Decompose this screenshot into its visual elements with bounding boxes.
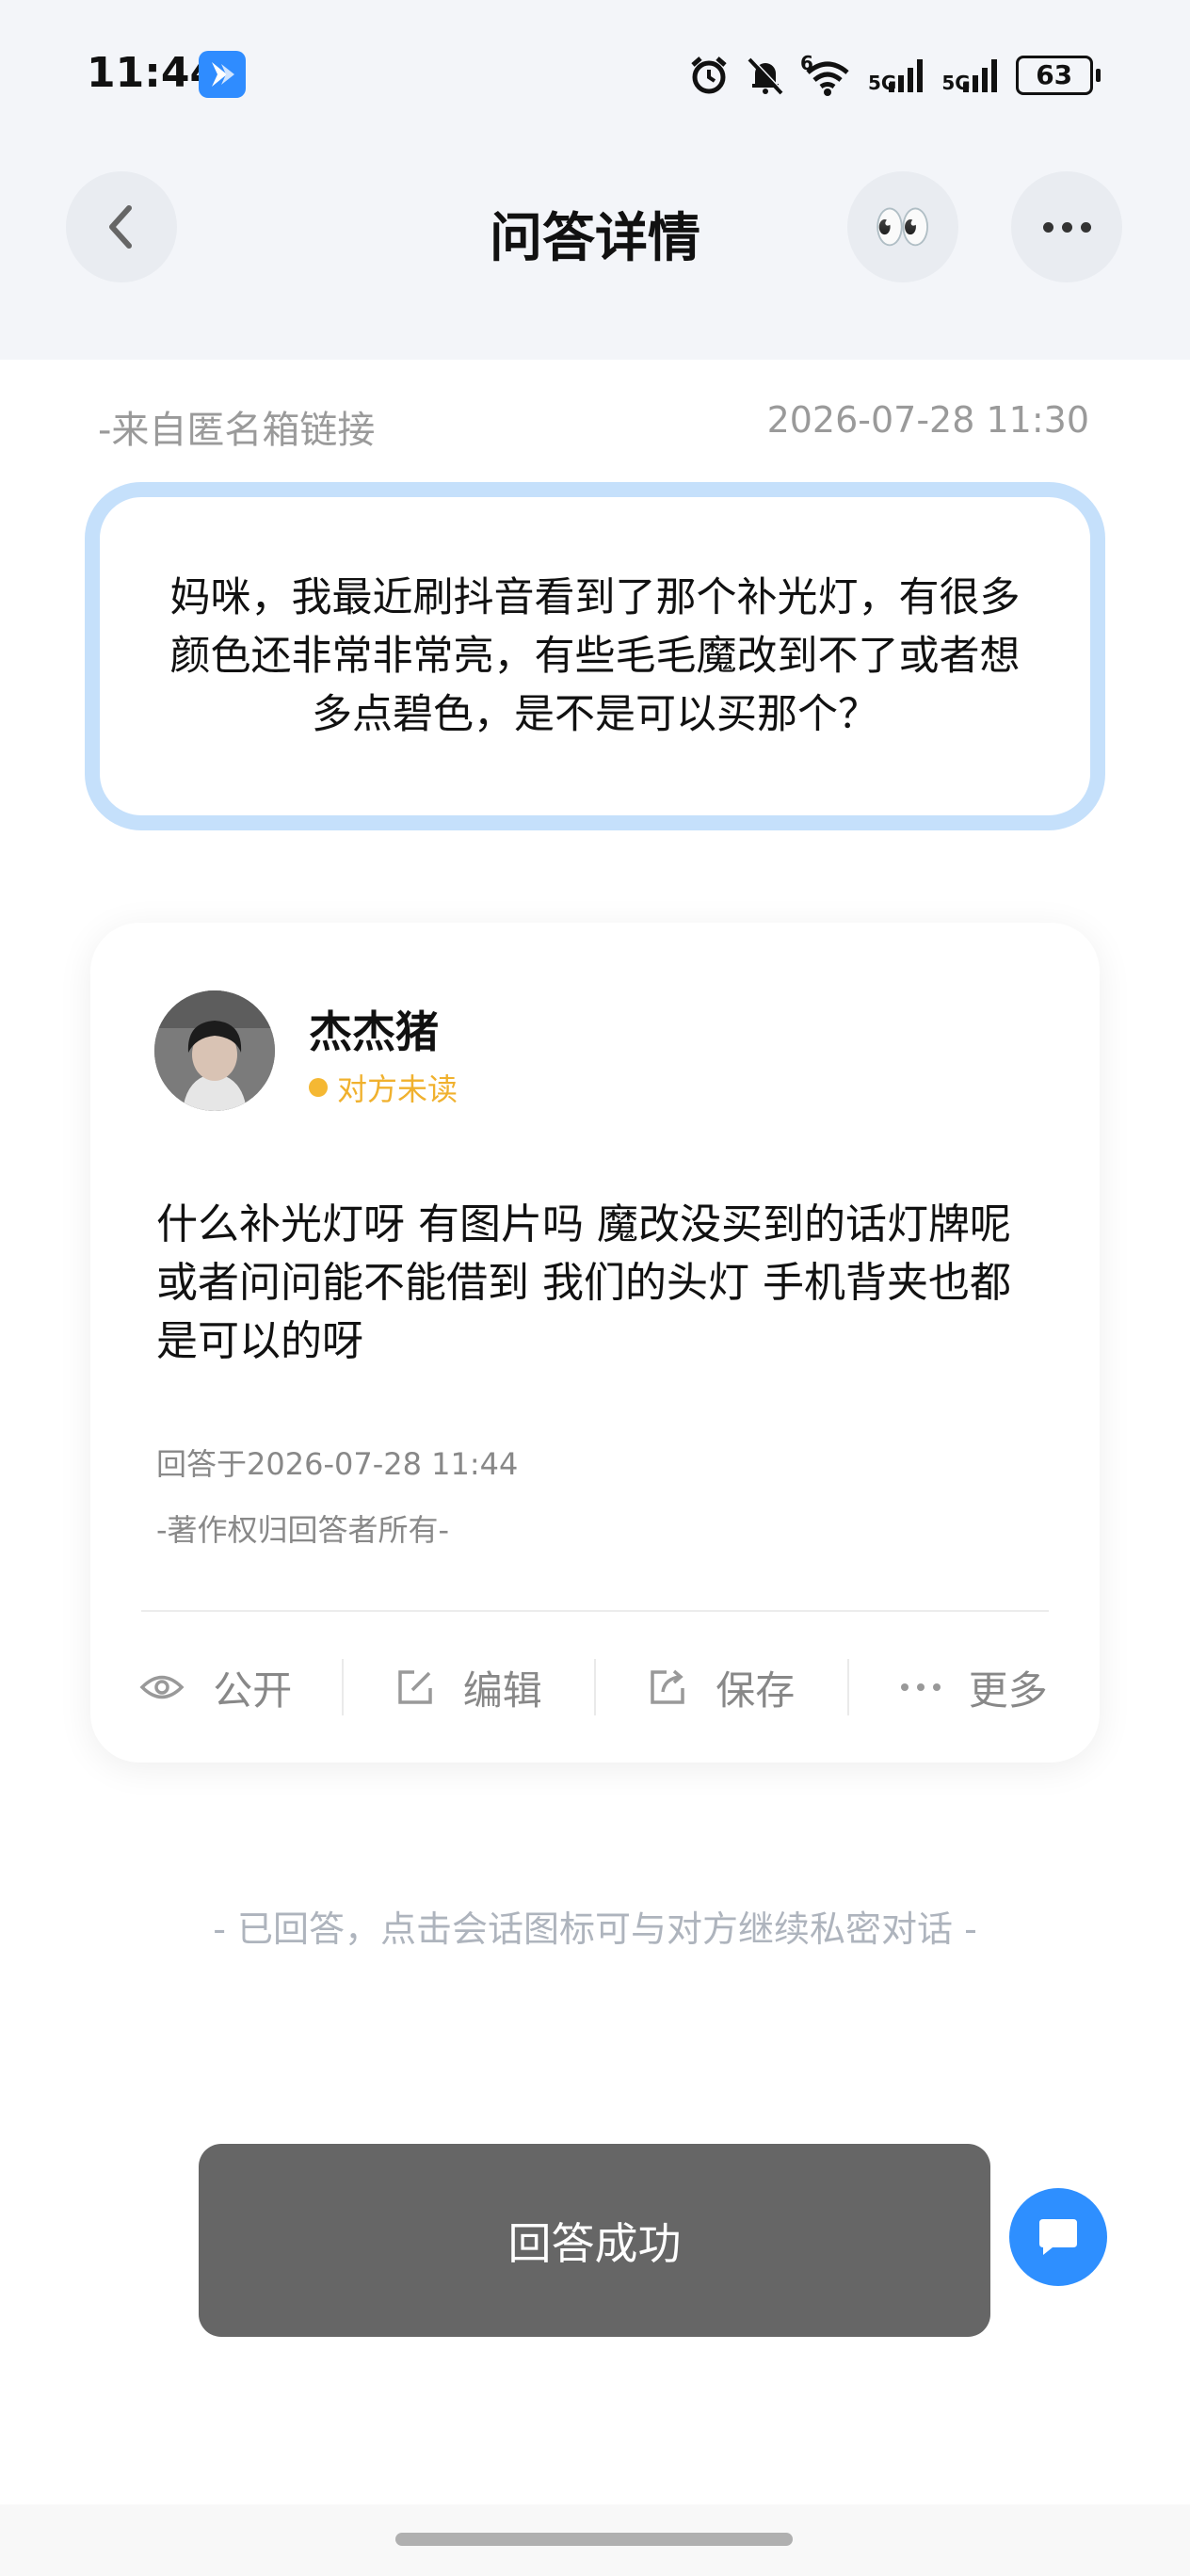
more-dots-icon	[1042, 221, 1091, 233]
status-icons: 6 5G 5G 63	[687, 52, 1101, 99]
wifi-label: 6	[800, 52, 813, 74]
more-horizontal-icon	[900, 1683, 941, 1691]
wifi-icon: 6	[800, 52, 855, 97]
more-label: 更多	[968, 1666, 1048, 1714]
answer-card: 杰杰猪 对方未读 什么补光灯呀 有图片吗 魔改没买到的话灯牌呢 或者问问能不能借…	[90, 923, 1100, 1763]
read-status-label: 对方未读	[337, 1071, 458, 1107]
eyes-button[interactable]: 👀	[847, 171, 958, 282]
feishu-app-icon	[199, 51, 246, 98]
read-status: 对方未读	[309, 1066, 458, 1109]
question-source: -来自匿名箱链接	[98, 409, 376, 452]
chat-button[interactable]	[1009, 2188, 1107, 2286]
share-export-icon	[651, 1669, 684, 1704]
edit-button[interactable]: 编辑	[344, 1659, 595, 1716]
signal-1-icon: 5G	[868, 56, 928, 94]
public-label: 公开	[213, 1666, 293, 1714]
public-button[interactable]: 公开	[90, 1659, 342, 1716]
unread-dot-icon	[309, 1078, 328, 1097]
save-button[interactable]: 保存	[596, 1659, 847, 1716]
more-button[interactable]: 更多	[849, 1659, 1101, 1716]
chat-bubble-icon	[1039, 2219, 1077, 2255]
signal-2-icon: 5G	[941, 56, 1002, 94]
mute-bell-icon	[748, 56, 784, 95]
battery-icon: 63	[1015, 56, 1101, 95]
answered-hint: - 已回答，点击会话图标可与对方继续私密对话 -	[213, 1908, 977, 1950]
eyes-icon: 👀	[873, 199, 933, 254]
answer-time: 回答于2026-07-28 11:44	[156, 1446, 519, 1482]
battery-level: 63	[1015, 56, 1093, 95]
edit-label: 编辑	[462, 1666, 542, 1714]
answerer-name: 杰杰猪	[309, 1006, 439, 1057]
avatar[interactable]	[154, 990, 275, 1111]
home-indicator[interactable]	[395, 2533, 793, 2546]
answer-actions: 公开 编辑 保存 更多	[90, 1612, 1100, 1763]
eye-icon	[139, 1675, 185, 1699]
question-time: 2026-07-28 11:30	[766, 399, 1089, 441]
alarm-icon	[691, 56, 727, 94]
question-card: 妈咪，我最近刷抖音看到了那个补光灯，有很多颜色还非常非常亮，有些毛毛魔改到不了或…	[85, 482, 1105, 830]
edit-icon	[397, 1670, 432, 1704]
status-bar: 11:44 6 5G 5G 63	[0, 0, 1190, 151]
question-text: 妈咪，我最近刷抖音看到了那个补光灯，有很多颜色还非常非常亮，有些毛毛魔改到不了或…	[169, 574, 1021, 738]
more-options-button[interactable]	[1011, 171, 1122, 282]
save-label: 保存	[716, 1666, 796, 1714]
success-toast: 回答成功	[199, 2144, 990, 2337]
answer-text: 什么补光灯呀 有图片吗 魔改没买到的话灯牌呢 或者问问能不能借到 我们的头灯 手…	[156, 1200, 1011, 1365]
copyright-note: -著作权归回答者所有-	[156, 1512, 450, 1548]
